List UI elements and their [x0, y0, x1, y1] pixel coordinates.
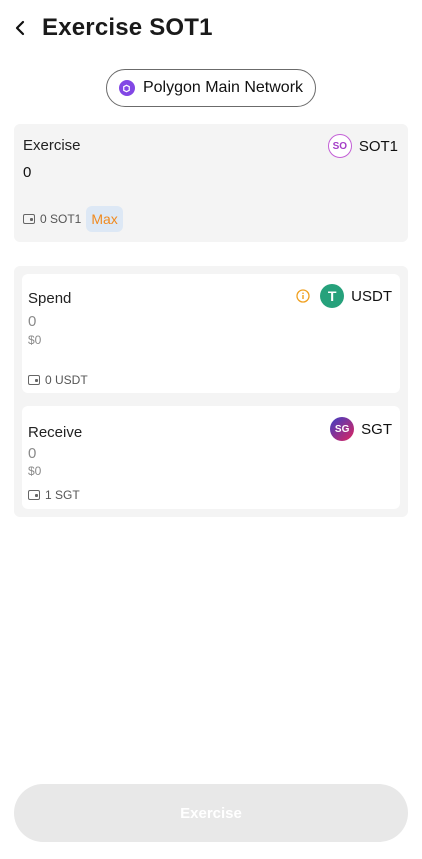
exercise-token-symbol: SOT1 — [358, 137, 398, 155]
spend-usd-value: $0 — [28, 333, 42, 347]
wallet-icon — [28, 375, 40, 385]
receive-balance-row: 1 SGT — [28, 488, 80, 502]
receive-token[interactable]: SG SGT — [330, 417, 392, 441]
header: Exercise SOT1 — [14, 12, 213, 44]
receive-amount: 0 — [28, 445, 37, 462]
wallet-icon — [28, 490, 40, 500]
receive-label: Receive — [28, 424, 83, 441]
sgt-token-icon: SG — [330, 417, 355, 441]
polygon-icon — [118, 80, 135, 96]
info-icon[interactable] — [296, 289, 310, 303]
network-selector[interactable]: Polygon Main Network — [106, 69, 316, 107]
sot1-token-icon: SO — [327, 134, 352, 158]
spend-amount[interactable]: 0 — [28, 313, 36, 330]
spend-section: Spend T USDT 0 $0 0 USDT — [22, 274, 400, 393]
exercise-amount-input[interactable]: 0 — [23, 164, 31, 181]
max-button[interactable]: Max — [86, 206, 123, 232]
back-button[interactable] — [14, 14, 34, 42]
spend-label: Spend — [28, 290, 72, 307]
exercise-balance-row: 0 SOT1 Max — [23, 206, 123, 232]
exercise-token[interactable]: SO SOT1 — [327, 134, 398, 158]
receive-balance: 1 SGT — [45, 488, 80, 502]
spend-token[interactable]: T USDT — [320, 284, 392, 308]
receive-token-symbol: SGT — [361, 420, 392, 438]
exercise-label: Exercise — [23, 137, 81, 154]
exercise-balance: 0 SOT1 — [40, 212, 82, 226]
page-title: Exercise SOT1 — [42, 14, 213, 41]
chevron-left-icon — [15, 20, 25, 36]
exercise-card: Exercise SO SOT1 0 0 SOT1 Max — [14, 124, 408, 242]
spend-token-symbol: USDT — [351, 287, 392, 305]
network-label: Polygon Main Network — [142, 79, 304, 96]
spend-balance-row: 0 USDT — [28, 373, 88, 387]
receive-usd-value: $0 — [28, 464, 42, 478]
wallet-icon — [23, 214, 35, 224]
usdt-token-icon: T — [320, 284, 345, 308]
receive-section: Receive SG SGT 0 $0 1 SGT — [22, 406, 400, 509]
spend-balance: 0 USDT — [45, 373, 88, 387]
exercise-button[interactable]: Exercise — [14, 784, 408, 842]
swap-card: Spend T USDT 0 $0 0 USDT Receive SG SGT … — [14, 266, 408, 517]
